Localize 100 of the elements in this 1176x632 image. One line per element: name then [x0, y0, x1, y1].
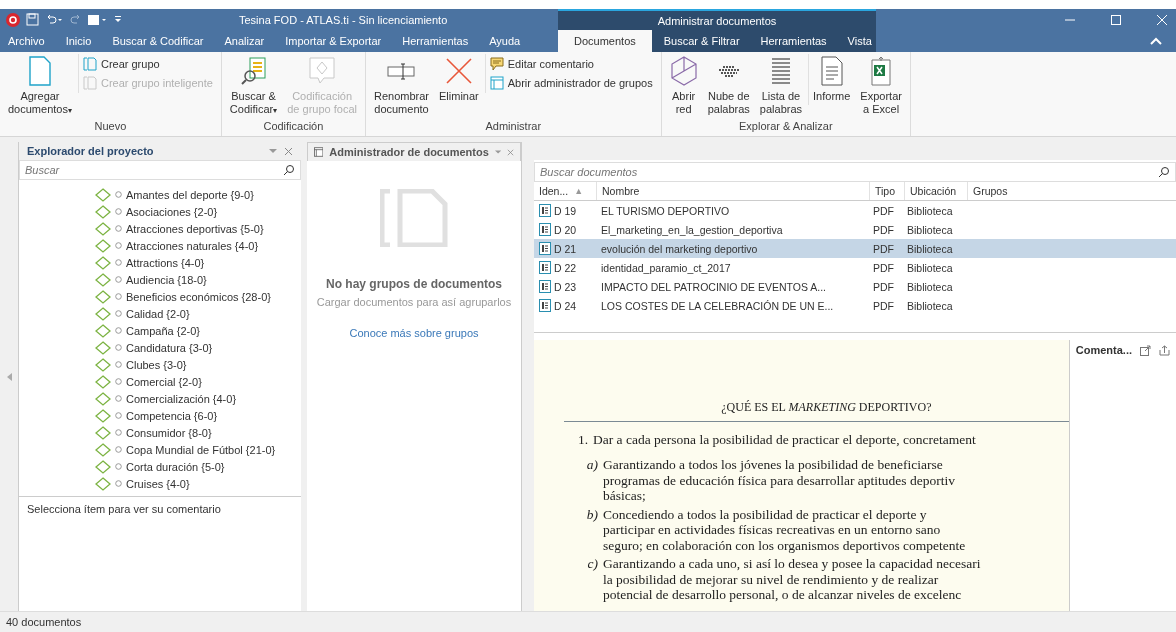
document-id: D 23 [554, 280, 577, 293]
document-row[interactable]: D 23 IMPACTO DEL PATROCINIO DE EVENTOS A... PDF Biblioteca [534, 277, 1176, 296]
code-item[interactable]: Asociaciones {2-0} [126, 205, 218, 218]
layout-icon[interactable] [87, 13, 107, 26]
undo-icon[interactable] [45, 13, 63, 26]
menu-tab[interactable]: Buscar & Codificar [104, 30, 212, 52]
edit-comment-button[interactable]: Editar comentario [489, 56, 653, 72]
code-item[interactable]: Atracciones deportivas {5-0} [126, 222, 264, 235]
code-diamond-icon [95, 204, 111, 219]
code-item[interactable]: Candidatura {3-0} [126, 341, 213, 354]
text-line: la posibilidad de mejorar su nivel de rendimiento y de realizar [603, 571, 940, 587]
comment-circle-icon [115, 276, 122, 283]
search-code-button[interactable]: Buscar & Codificar▾ [225, 54, 282, 119]
close-icon[interactable] [507, 147, 514, 157]
word-list-button[interactable]: Lista de palabras [755, 54, 807, 118]
table-cell-text: Biblioteca [906, 242, 954, 255]
code-item[interactable]: Consumidor {8-0} [126, 426, 212, 439]
code-item[interactable]: Cruises {4-0} [126, 477, 190, 490]
report-button[interactable]: Informe [808, 54, 855, 105]
code-item[interactable]: Clubes {3-0} [126, 358, 187, 371]
search-icon [1158, 166, 1170, 178]
code-diamond-icon [95, 323, 111, 338]
menu-tab[interactable]: Herramientas [394, 30, 477, 52]
menu-tab[interactable]: Importar & Exportar [277, 30, 390, 52]
word-cloud-button[interactable]: Nube de palabras [703, 54, 754, 118]
menu-tab[interactable]: Archivo [0, 30, 53, 52]
comment-circle-icon [115, 412, 122, 419]
open-network-button[interactable]: Abrir red [665, 54, 702, 118]
table-cell-text: identidad_paramio_ct_2017 [600, 261, 732, 274]
save-icon[interactable] [26, 13, 39, 26]
code-item[interactable]: Calidad {2-0} [126, 307, 190, 320]
external-open-icon[interactable] [1140, 344, 1151, 356]
document-manager-tab[interactable]: Administrador de documentos [307, 142, 521, 161]
comment-circle-icon [115, 463, 122, 470]
search-field[interactable]: Buscar [19, 160, 301, 180]
column-header[interactable]: Iden... ▲ [534, 182, 597, 200]
text-line: Concediendo a todos la posibilidad de practicar el deporte y [603, 506, 928, 522]
comment-circle-icon [115, 242, 122, 249]
code-item[interactable]: Competencia {6-0} [126, 409, 218, 422]
text-line: participar en actividades físicas recreativas en un entorno sano [603, 522, 942, 538]
code-item[interactable]: Copa Mundial de Fútbol {21-0} [126, 443, 276, 456]
collapse-ribbon-icon[interactable] [1150, 37, 1162, 45]
code-item[interactable]: Amantes del deporte {9-0} [126, 188, 254, 201]
column-header[interactable]: Tipo [870, 182, 905, 200]
code-item[interactable]: Beneficios económicos {28-0} [126, 290, 271, 303]
table-cell-text: PDF [872, 280, 895, 293]
menu-tab[interactable]: Inicio [57, 30, 100, 52]
search-field[interactable]: Buscar documentos [534, 162, 1176, 182]
code-item[interactable]: Comercial {2-0} [126, 375, 202, 388]
maximize-icon[interactable] [1110, 13, 1122, 26]
ribbon-tab[interactable]: Vista [838, 30, 881, 52]
learn-more-link[interactable]: Conoce más sobre grupos [349, 327, 479, 339]
ribbon-tab[interactable]: Buscar & Filtrar [654, 30, 749, 52]
create-group-button[interactable]: Crear grupo [82, 56, 213, 72]
code-item[interactable]: Campaña {2-0} [126, 324, 200, 337]
delete-icon [443, 56, 474, 86]
code-item[interactable]: Comercialización {4-0} [126, 392, 237, 405]
ribbon-group-label: Codificación [262, 120, 325, 134]
dropdown-icon[interactable] [269, 148, 277, 154]
close-icon[interactable] [284, 146, 293, 156]
menu-tab[interactable]: Analizar [216, 30, 273, 52]
open-group-manager-button[interactable]: Abrir administrador de grupos [489, 75, 653, 91]
table-cell-text: Biblioteca [906, 223, 954, 236]
code-diamond-icon [95, 340, 111, 355]
window-icon [489, 76, 504, 90]
document-row[interactable]: D 22 identidad_paramio_ct_2017 PDF Biblioteca [534, 258, 1176, 277]
code-item[interactable]: Corta duración {5-0} [126, 460, 225, 473]
column-header[interactable]: Nombre [597, 182, 870, 200]
table-cell-text: PDF [872, 261, 895, 274]
code-item[interactable]: Audiencia {18-0} [126, 273, 207, 286]
table-cell-text: Biblioteca [906, 280, 954, 293]
comment-circle-icon [115, 344, 122, 351]
document-row[interactable]: D 20 El_marketing_en_la_gestion_deportiva PDF Biblioteca [534, 220, 1176, 239]
dropdown-icon[interactable] [494, 149, 502, 155]
column-header[interactable]: Grupos [968, 182, 1176, 200]
add-documents-button[interactable]: Agregar documentos▾ [4, 54, 76, 119]
document-row[interactable]: D 19 EL TURISMO DEPORTIVO PDF Biblioteca [534, 201, 1176, 220]
hexagon-icon [669, 56, 698, 86]
menu-tab[interactable]: Ayuda [481, 30, 529, 52]
delete-button[interactable]: Eliminar [435, 54, 483, 105]
comment-circle-icon [115, 361, 122, 368]
redo-icon[interactable] [69, 13, 81, 26]
document-icon [539, 204, 551, 217]
rename-document-button[interactable]: Renombrar documento [369, 54, 433, 118]
code-diamond-icon [95, 357, 111, 372]
export-icon[interactable] [1159, 344, 1170, 356]
document-row[interactable]: D 21 evolución del marketing deportivo PDF Biblioteca [534, 239, 1176, 258]
code-diamond-icon [95, 306, 111, 321]
column-header[interactable]: Ubicación [905, 182, 968, 200]
ribbon-tab[interactable]: Documentos [558, 30, 652, 52]
ribbon-tab[interactable]: Herramientas [751, 30, 836, 52]
export-excel-button[interactable]: Exportar a Excel [856, 54, 906, 118]
comment-circle-icon [115, 259, 122, 266]
code-diamond-icon [95, 476, 111, 491]
app-logo-icon[interactable] [6, 12, 20, 27]
code-item[interactable]: Atracciones naturales {4-0} [126, 239, 259, 252]
document-row[interactable]: D 24 LOS COSTES DE LA CELEBRACIÓN DE UN E... PDF Biblioteca [534, 296, 1176, 315]
code-item[interactable]: Attractions {4-0} [126, 256, 205, 269]
table-cell-text: PDF [872, 299, 895, 312]
code-diamond-icon [95, 272, 111, 287]
